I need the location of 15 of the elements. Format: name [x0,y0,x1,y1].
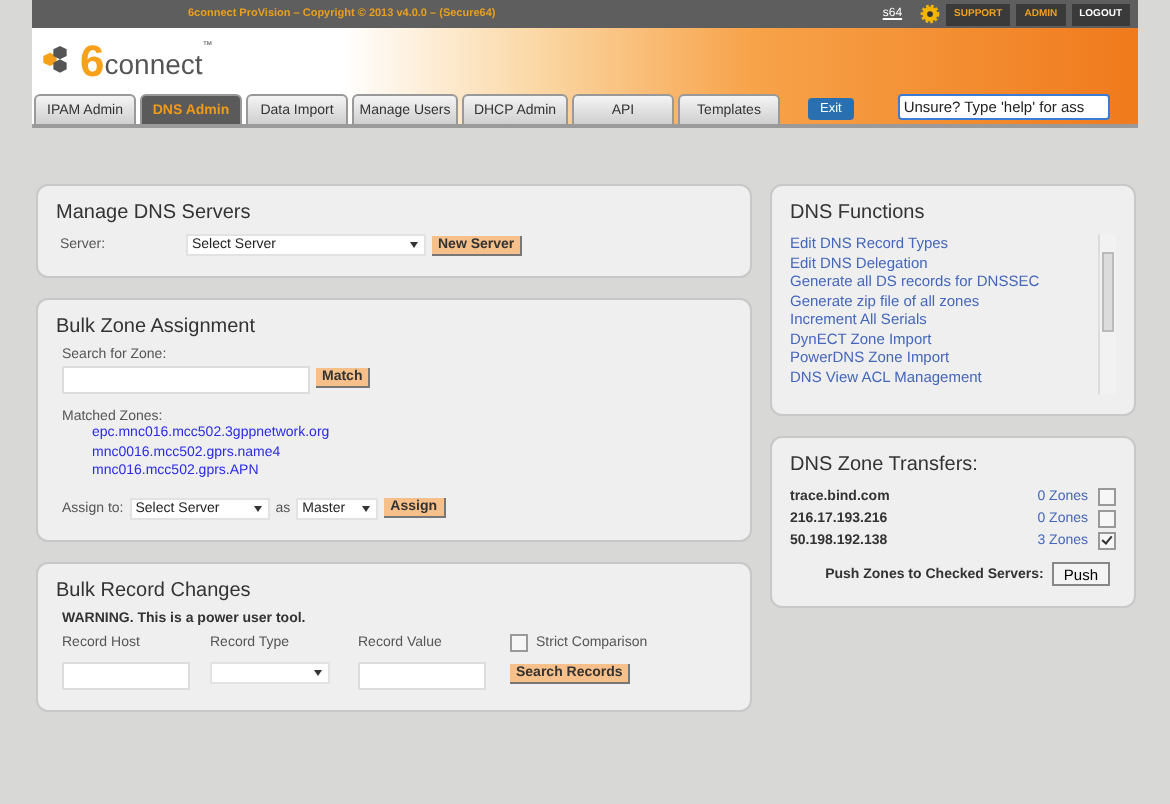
panel-title: DNS Zone Transfers: [790,454,980,476]
panel-title: Bulk Zone Assignment [56,316,257,338]
record-value-field[interactable] [358,661,486,689]
server-checkbox[interactable] [1098,488,1116,506]
panel-title: Bulk Record Changes [56,579,253,601]
logo-word: connect [104,50,203,80]
logo-digit: 6 [80,42,105,80]
strict-checkbox[interactable] [510,633,528,651]
panel-title: Manage DNS Servers [56,202,253,224]
record-host-field[interactable] [62,661,190,689]
gear-icon[interactable] [920,4,941,24]
server-checkbox[interactable] [1098,510,1116,528]
zone-search-field[interactable] [62,366,310,394]
server-checkbox[interactable] [1098,532,1116,550]
panel-title: DNS Functions [790,202,927,224]
